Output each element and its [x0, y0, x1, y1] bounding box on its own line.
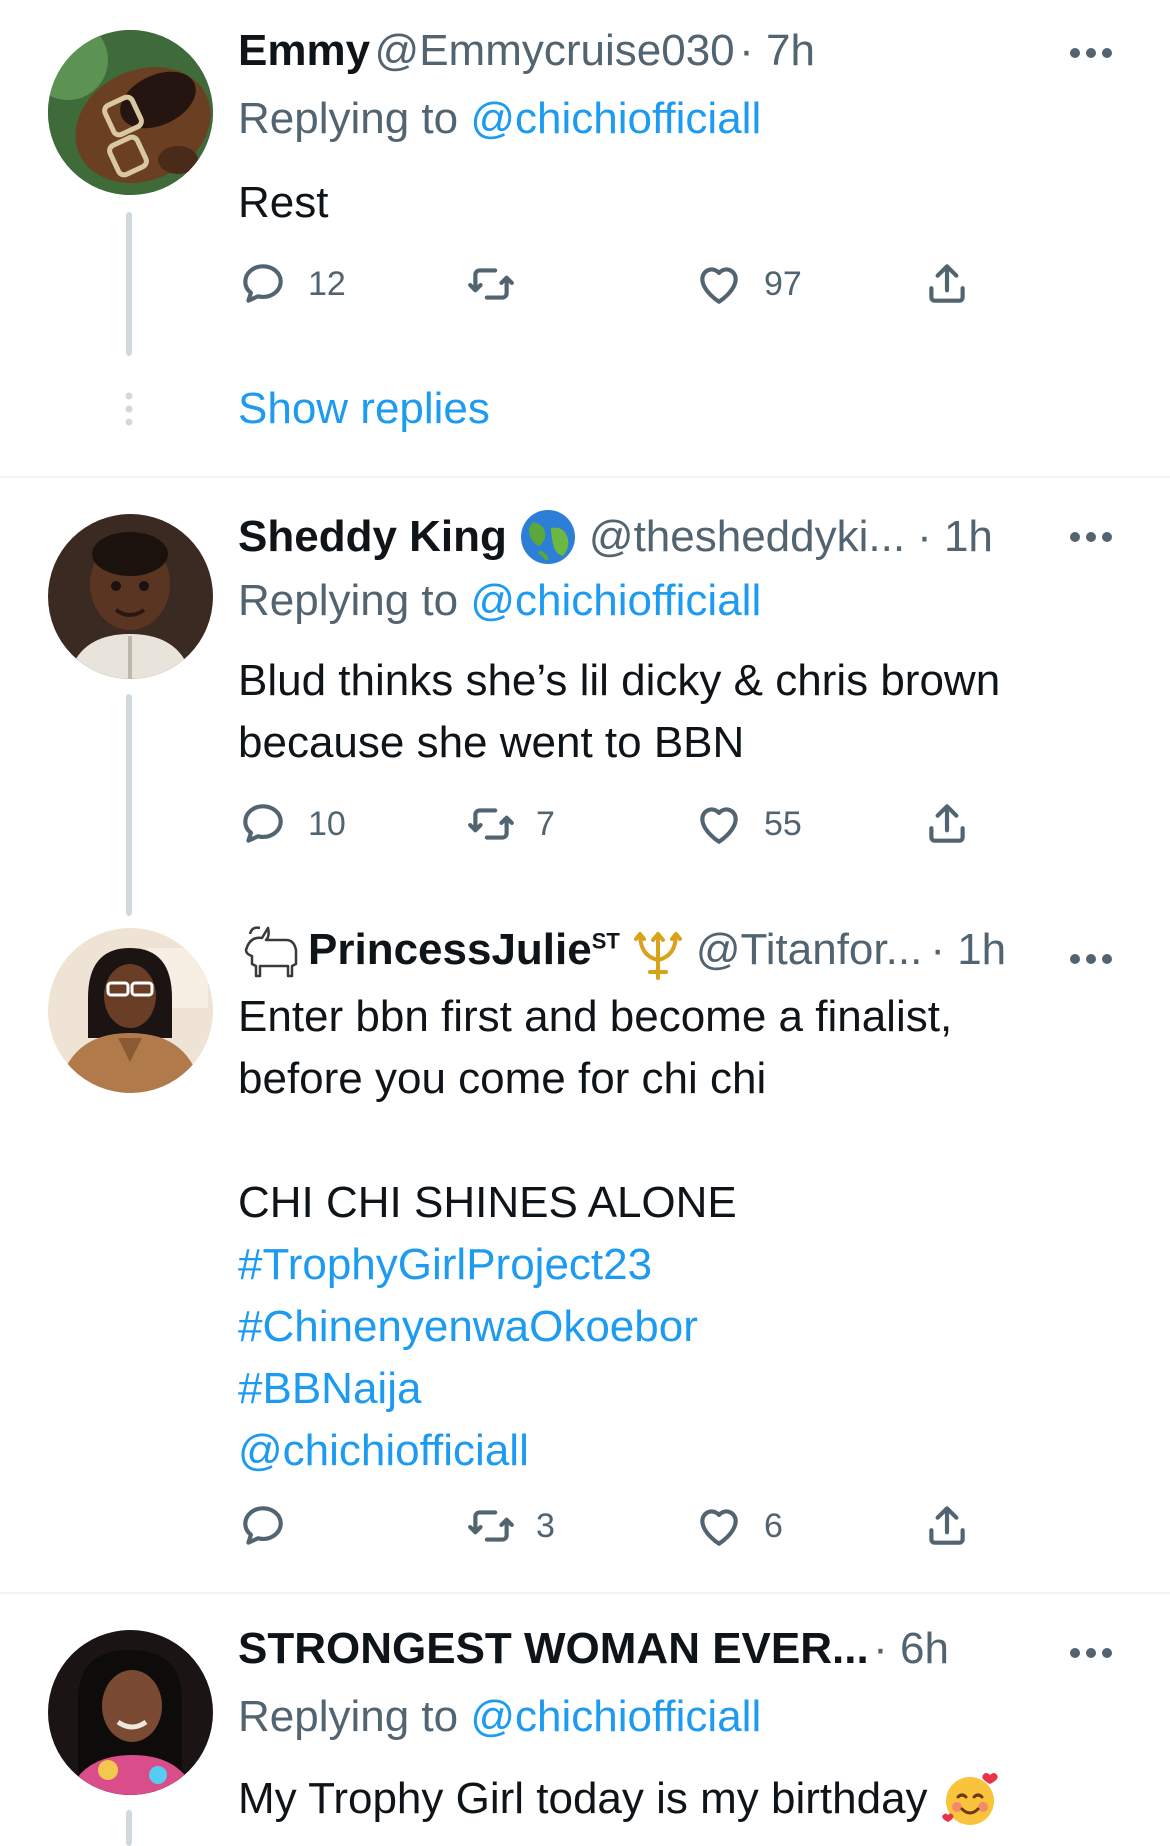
avatar[interactable]	[48, 30, 213, 195]
avatar[interactable]	[48, 1630, 213, 1795]
mention-link[interactable]: @chichiofficiall	[238, 1420, 952, 1482]
replying-to: Replying to @chichiofficiall	[238, 94, 762, 143]
tweet-shout-line: CHI CHI SHINES ALONE	[238, 1178, 737, 1227]
more-options-icon[interactable]	[1068, 530, 1114, 544]
timestamp[interactable]: · 7h	[739, 26, 815, 75]
reply-icon	[243, 1506, 283, 1545]
timestamp[interactable]: · 6h	[873, 1624, 949, 1673]
reply-icon	[243, 264, 283, 303]
like-count: 6	[764, 1506, 783, 1545]
tweet-text: Blud thinks she’s lil dicky & chris brow…	[238, 656, 1001, 767]
more-options-icon[interactable]	[1068, 46, 1114, 60]
tweet-actions: 12 97	[238, 256, 998, 312]
retweet-button[interactable]: 7	[466, 796, 555, 852]
replying-to: Replying to @chichiofficiall	[238, 576, 762, 625]
tweet-actions: 3 6	[238, 1498, 998, 1554]
avatar-photo-princessjulie	[48, 928, 213, 1093]
more-options-icon[interactable]	[1068, 1646, 1114, 1660]
avatar-photo-emmy	[48, 30, 213, 195]
reply-button[interactable]: 12	[238, 256, 346, 312]
reply-mention-link[interactable]: @chichiofficiall	[470, 94, 761, 143]
tweet-header: PrincessJulieST @Titanfor... · 1h	[238, 920, 1006, 980]
more-options-icon[interactable]	[1068, 952, 1114, 966]
tweet-text: My Trophy Girl today is my birthday	[238, 1768, 1000, 1830]
like-button[interactable]: 6	[694, 1498, 783, 1554]
like-button[interactable]: 55	[694, 796, 802, 852]
divider	[0, 476, 1170, 478]
tweet-header: STRONGEST WOMAN EVER... · 6h	[238, 1624, 949, 1674]
user-handle[interactable]: @Emmycruise030	[375, 26, 735, 75]
timestamp[interactable]: · 1h	[930, 925, 1006, 975]
avatar[interactable]	[48, 514, 213, 679]
share-icon	[929, 264, 965, 303]
user-handle[interactable]: @Titanfor...	[696, 925, 922, 975]
goat-emoji-icon	[244, 926, 298, 978]
reply-mention-link[interactable]: @chichiofficiall	[470, 576, 761, 625]
thread-line	[126, 694, 132, 916]
hashtag-link[interactable]: #BBNaija	[238, 1358, 952, 1420]
user-handle[interactable]: @thesheddyki...	[589, 512, 905, 562]
divider	[0, 1592, 1170, 1594]
reply-icon	[243, 804, 283, 843]
tweet-text: Enter bbn first and become a finalist, b…	[238, 986, 952, 1482]
heart-icon	[700, 1509, 738, 1546]
share-button[interactable]	[922, 256, 972, 312]
retweet-icon	[468, 1510, 514, 1542]
tweet-header: Emmy @Emmycruise030 · 7h	[238, 26, 815, 76]
thread-dots-icon	[125, 392, 133, 426]
share-icon	[929, 804, 965, 843]
avatar-photo-strongest-woman	[48, 1630, 213, 1795]
heart-icon	[700, 807, 738, 844]
reply-button[interactable]	[238, 1498, 308, 1554]
thread-line	[126, 212, 132, 356]
display-name[interactable]: Sheddy King	[238, 512, 507, 562]
avatar[interactable]	[48, 928, 213, 1093]
heart-icon	[700, 267, 738, 304]
avatar-photo-sheddy	[48, 514, 213, 679]
reply-count: 10	[308, 804, 346, 843]
hashtag-link[interactable]: #TrophyGirlProject23	[238, 1234, 952, 1296]
display-name[interactable]: Emmy	[238, 26, 370, 75]
like-button[interactable]: 97	[694, 256, 802, 312]
trident-emoji-icon	[633, 932, 682, 980]
retweet-icon	[468, 268, 514, 300]
replying-to: Replying to @chichiofficiall	[238, 1692, 762, 1741]
hashtag-link[interactable]: #ChinenyenwaOkoebor	[238, 1296, 952, 1358]
share-icon	[929, 1506, 965, 1545]
retweet-count: 3	[536, 1506, 555, 1545]
reply-count: 12	[308, 264, 346, 303]
tweet-actions: 10 7 55	[238, 796, 998, 852]
globe-emoji-icon	[520, 510, 575, 564]
share-button[interactable]	[922, 796, 972, 852]
display-name[interactable]: PrincessJulieST	[308, 925, 620, 975]
reply-button[interactable]: 10	[238, 796, 346, 852]
retweet-button[interactable]	[466, 256, 536, 312]
display-name[interactable]: STRONGEST WOMAN EVER...	[238, 1624, 869, 1673]
like-count: 97	[764, 264, 802, 303]
tweet-header: Sheddy King @thesheddyki... · 1h	[238, 508, 993, 566]
thread-line	[126, 1810, 132, 1846]
retweet-icon	[468, 808, 514, 840]
timestamp[interactable]: · 1h	[917, 512, 993, 562]
retweet-button[interactable]: 3	[466, 1498, 555, 1554]
smiling-face-with-hearts-emoji-icon	[941, 1773, 998, 1825]
like-count: 55	[764, 804, 802, 843]
retweet-count: 7	[536, 804, 555, 843]
show-replies-link[interactable]: Show replies	[238, 384, 490, 434]
tweet-text: Rest	[238, 178, 329, 227]
share-button[interactable]	[922, 1498, 972, 1554]
reply-mention-link[interactable]: @chichiofficiall	[470, 1692, 761, 1741]
